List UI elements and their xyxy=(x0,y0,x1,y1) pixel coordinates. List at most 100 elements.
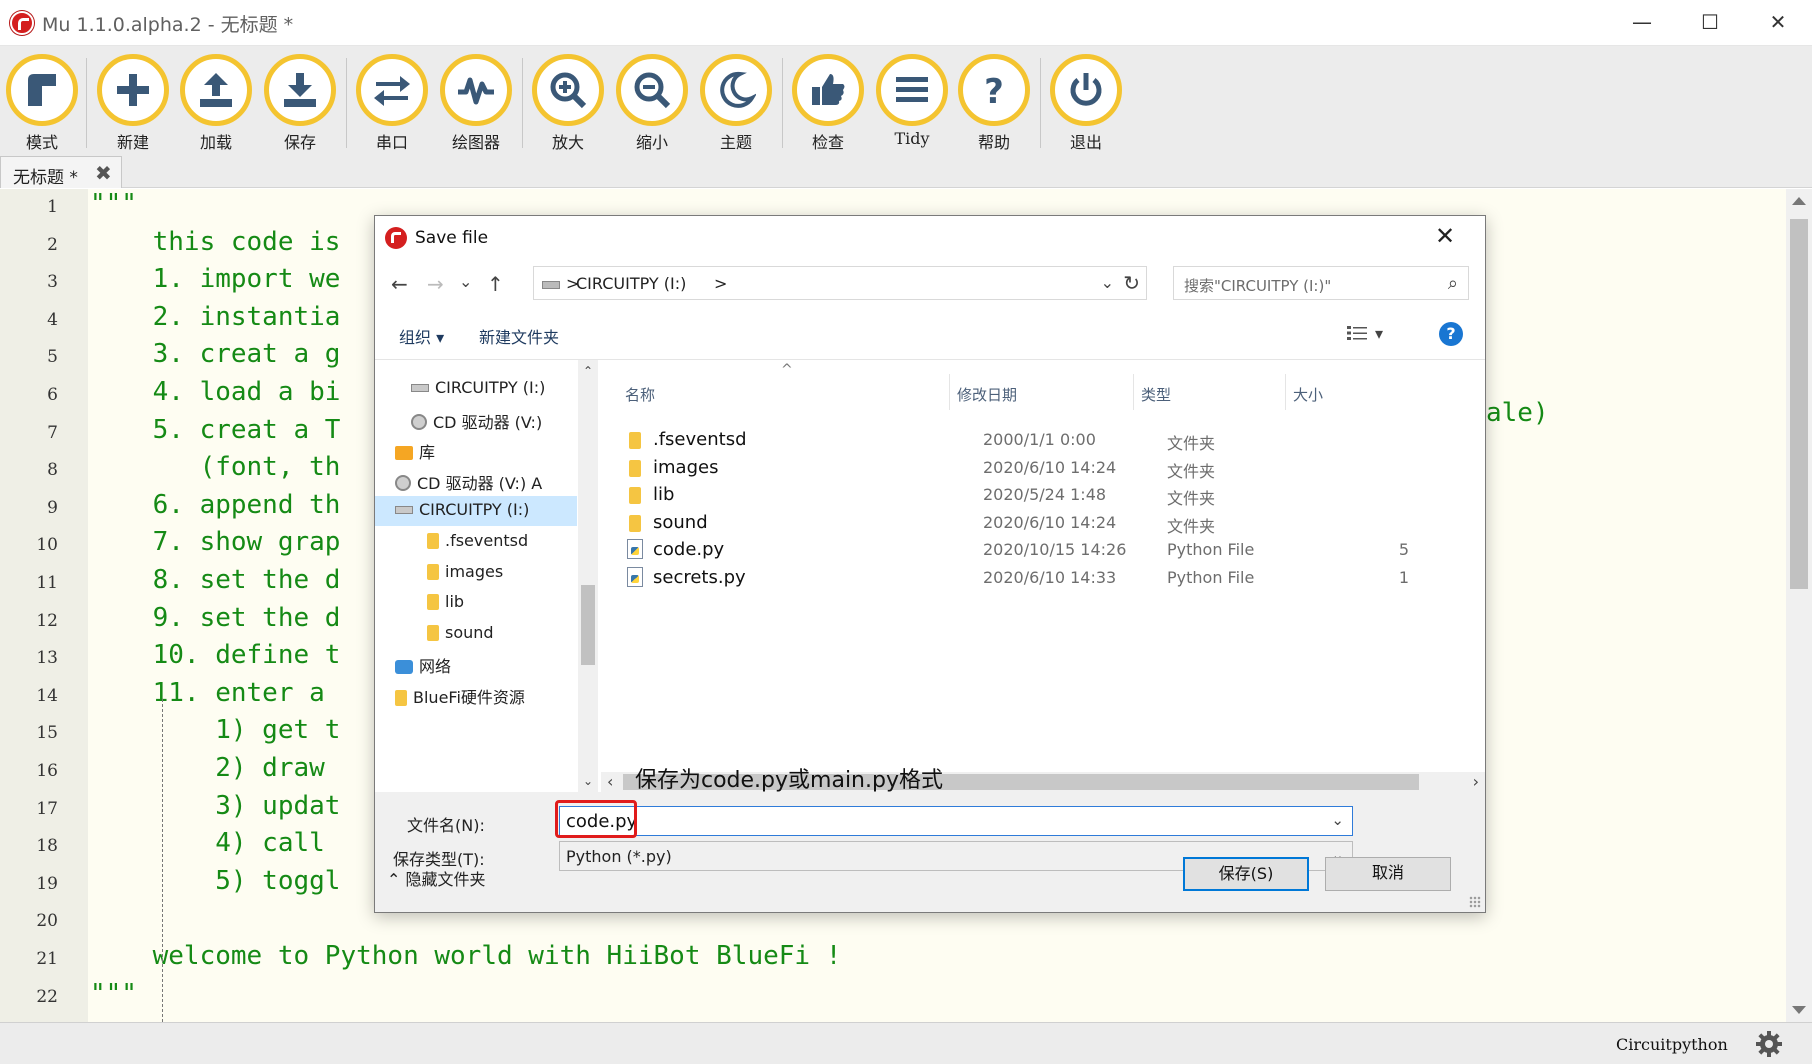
save-label: 保存 xyxy=(283,133,316,152)
sort-indicator-icon: ^ xyxy=(781,362,793,378)
tree-item[interactable]: CD 驱动器 (V:) xyxy=(375,405,577,435)
plotter-icon xyxy=(458,77,494,105)
tree-item[interactable]: images xyxy=(375,558,577,588)
zoom-in-button[interactable]: 放大 xyxy=(528,54,608,152)
address-dropdown-icon[interactable]: ⌄ xyxy=(1101,273,1114,292)
recent-locations-icon[interactable]: ⌄ xyxy=(459,272,472,291)
column-header-size[interactable]: 大小 xyxy=(1293,384,1323,405)
column-divider[interactable] xyxy=(1285,374,1286,410)
file-type: Python File xyxy=(1167,540,1255,560)
back-arrow-icon[interactable]: ← xyxy=(391,272,408,296)
maximize-button[interactable]: ☐ xyxy=(1676,0,1744,46)
dialog-close-button[interactable]: ✕ xyxy=(1435,222,1455,250)
file-name: .fseventsd xyxy=(653,429,747,450)
zoom-out-button[interactable]: 缩小 xyxy=(612,54,692,152)
mode-button[interactable]: 模式 xyxy=(2,54,82,152)
code-line: 6. append th xyxy=(90,489,341,520)
help-button[interactable]: ? 帮助 xyxy=(954,54,1034,152)
editor-scrollbar[interactable] xyxy=(1786,189,1812,1022)
plotter-button[interactable]: 绘图器 xyxy=(436,54,516,152)
dialog-navigation: ← → ⌄ ↑ > CIRCUITPY (I:) > ⌄ ↻ 搜索"CIRCUI… xyxy=(375,260,1485,310)
dialog-body: CIRCUITPY (I:) CD 驱动器 (V:) 库 CD 驱动器 (V:) A C… xyxy=(375,360,1485,793)
cd-drive-icon xyxy=(411,413,427,430)
filename-dropdown-icon[interactable]: ⌄ xyxy=(1331,811,1344,829)
address-path[interactable]: CIRCUITPY (I:) xyxy=(576,274,686,293)
filename-input[interactable]: code.py ⌄ xyxy=(559,806,1353,836)
up-arrow-icon[interactable]: ↑ xyxy=(487,272,504,296)
zoom-in-label: 放大 xyxy=(551,133,584,152)
python-file-icon xyxy=(627,539,643,560)
tree-item[interactable]: 网络 xyxy=(375,649,577,679)
tree-item-label: 网络 xyxy=(419,657,452,677)
scroll-right-icon[interactable]: › xyxy=(1473,772,1479,791)
help-icon[interactable]: ? xyxy=(1439,322,1463,346)
line-number: 22 xyxy=(36,986,58,1007)
code-line: 9. set the d xyxy=(90,602,341,633)
plotter-label: 绘图器 xyxy=(451,133,500,152)
new-folder-button[interactable]: 新建文件夹 xyxy=(479,324,559,348)
tree-item[interactable]: CIRCUITPY (I:) xyxy=(375,374,577,404)
save-file-dialog: Save file ✕ ← → ⌄ ↑ > CIRCUITPY (I:) > ⌄… xyxy=(374,215,1486,913)
view-dropdown-icon[interactable]: ▾ xyxy=(1375,324,1383,343)
column-header-type[interactable]: 类型 xyxy=(1141,384,1171,405)
column-divider[interactable] xyxy=(949,374,950,410)
column-divider[interactable] xyxy=(1133,374,1134,410)
cd-drive-icon xyxy=(395,474,411,491)
close-button[interactable]: ✕ xyxy=(1744,0,1812,46)
tree-item[interactable]: 库 xyxy=(375,435,577,465)
tree-item[interactable]: BlueFi硬件资源 xyxy=(375,680,577,710)
new-button[interactable]: 新建 xyxy=(93,54,173,152)
load-icon xyxy=(200,73,232,107)
scroll-left-icon[interactable]: ‹ xyxy=(607,772,613,791)
tree-item[interactable]: lib xyxy=(375,588,577,618)
quit-label: 退出 xyxy=(1069,133,1102,152)
filename-label: 文件名(N): xyxy=(407,816,485,835)
file-row[interactable]: secrets.py 2020/6/10 14:33 Python File 1 xyxy=(601,562,1485,594)
search-icon[interactable]: ⌕ xyxy=(1448,273,1458,294)
scrollbar-thumb[interactable] xyxy=(1790,219,1808,589)
save-button[interactable]: 保存 xyxy=(260,54,340,152)
tab-untitled[interactable]: 无标题 * ✖ xyxy=(0,156,122,188)
zoom-out-label: 缩小 xyxy=(635,133,668,152)
navigation-tree[interactable]: CIRCUITPY (I:) CD 驱动器 (V:) 库 CD 驱动器 (V:) A C… xyxy=(375,360,577,792)
tab-close-icon[interactable]: ✖ xyxy=(95,161,112,185)
forward-arrow-icon[interactable]: → xyxy=(427,272,444,296)
load-label: 加载 xyxy=(199,133,232,152)
tree-item[interactable]: .fseventsd xyxy=(375,527,577,557)
serial-button[interactable]: 串口 xyxy=(352,54,432,152)
line-number: 17 xyxy=(36,798,58,819)
resize-grip[interactable] xyxy=(1469,896,1481,908)
gear-icon[interactable] xyxy=(1755,1030,1783,1058)
tree-item[interactable]: CD 驱动器 (V:) A xyxy=(375,466,577,496)
tree-scrollbar-thumb[interactable] xyxy=(581,585,595,665)
column-header-date[interactable]: 修改日期 xyxy=(957,384,1017,405)
line-number: 8 xyxy=(47,460,58,481)
column-header-name[interactable]: 名称 xyxy=(625,384,655,405)
scroll-up-icon[interactable] xyxy=(1792,197,1806,205)
theme-button[interactable]: 主题 xyxy=(696,54,776,152)
tree-item[interactable]: CIRCUITPY (I:) xyxy=(375,496,577,527)
address-separator[interactable]: > xyxy=(714,274,727,293)
toolbar-separator xyxy=(522,58,523,148)
dialog-cancel-button[interactable]: 取消 xyxy=(1325,857,1451,891)
toolbar-separator xyxy=(346,58,347,148)
hide-folders-toggle[interactable]: ⌃ 隐藏文件夹 xyxy=(387,866,486,890)
load-button[interactable]: 加载 xyxy=(176,54,256,152)
tree-scrollbar[interactable]: ⌃ ⌄ xyxy=(578,360,598,792)
address-bar[interactable]: > CIRCUITPY (I:) > ⌄ ↻ xyxy=(533,266,1147,300)
quit-button[interactable]: 退出 xyxy=(1046,54,1126,152)
tidy-button[interactable]: Tidy xyxy=(872,54,952,150)
search-box[interactable]: 搜索"CIRCUITPY (I:)" ⌕ xyxy=(1173,266,1469,300)
dialog-save-button[interactable]: 保存(S) xyxy=(1183,857,1309,891)
tree-item[interactable]: sound xyxy=(375,619,577,649)
scroll-down-icon[interactable] xyxy=(1792,1006,1806,1014)
refresh-icon[interactable]: ↻ xyxy=(1123,271,1140,295)
minimize-button[interactable]: — xyxy=(1608,0,1676,46)
view-options-icon[interactable] xyxy=(1347,325,1367,341)
svg-text:?: ? xyxy=(984,72,1004,110)
code-line: 10. define t xyxy=(90,640,341,671)
check-button[interactable]: 检查 xyxy=(788,54,868,152)
organize-menu[interactable]: 组织 ▾ xyxy=(399,324,444,348)
line-number: 3 xyxy=(47,272,58,293)
file-list[interactable]: ^ 名称 修改日期 类型 大小 .fseventsd 2000/1/1 0:00 文… xyxy=(601,360,1485,793)
